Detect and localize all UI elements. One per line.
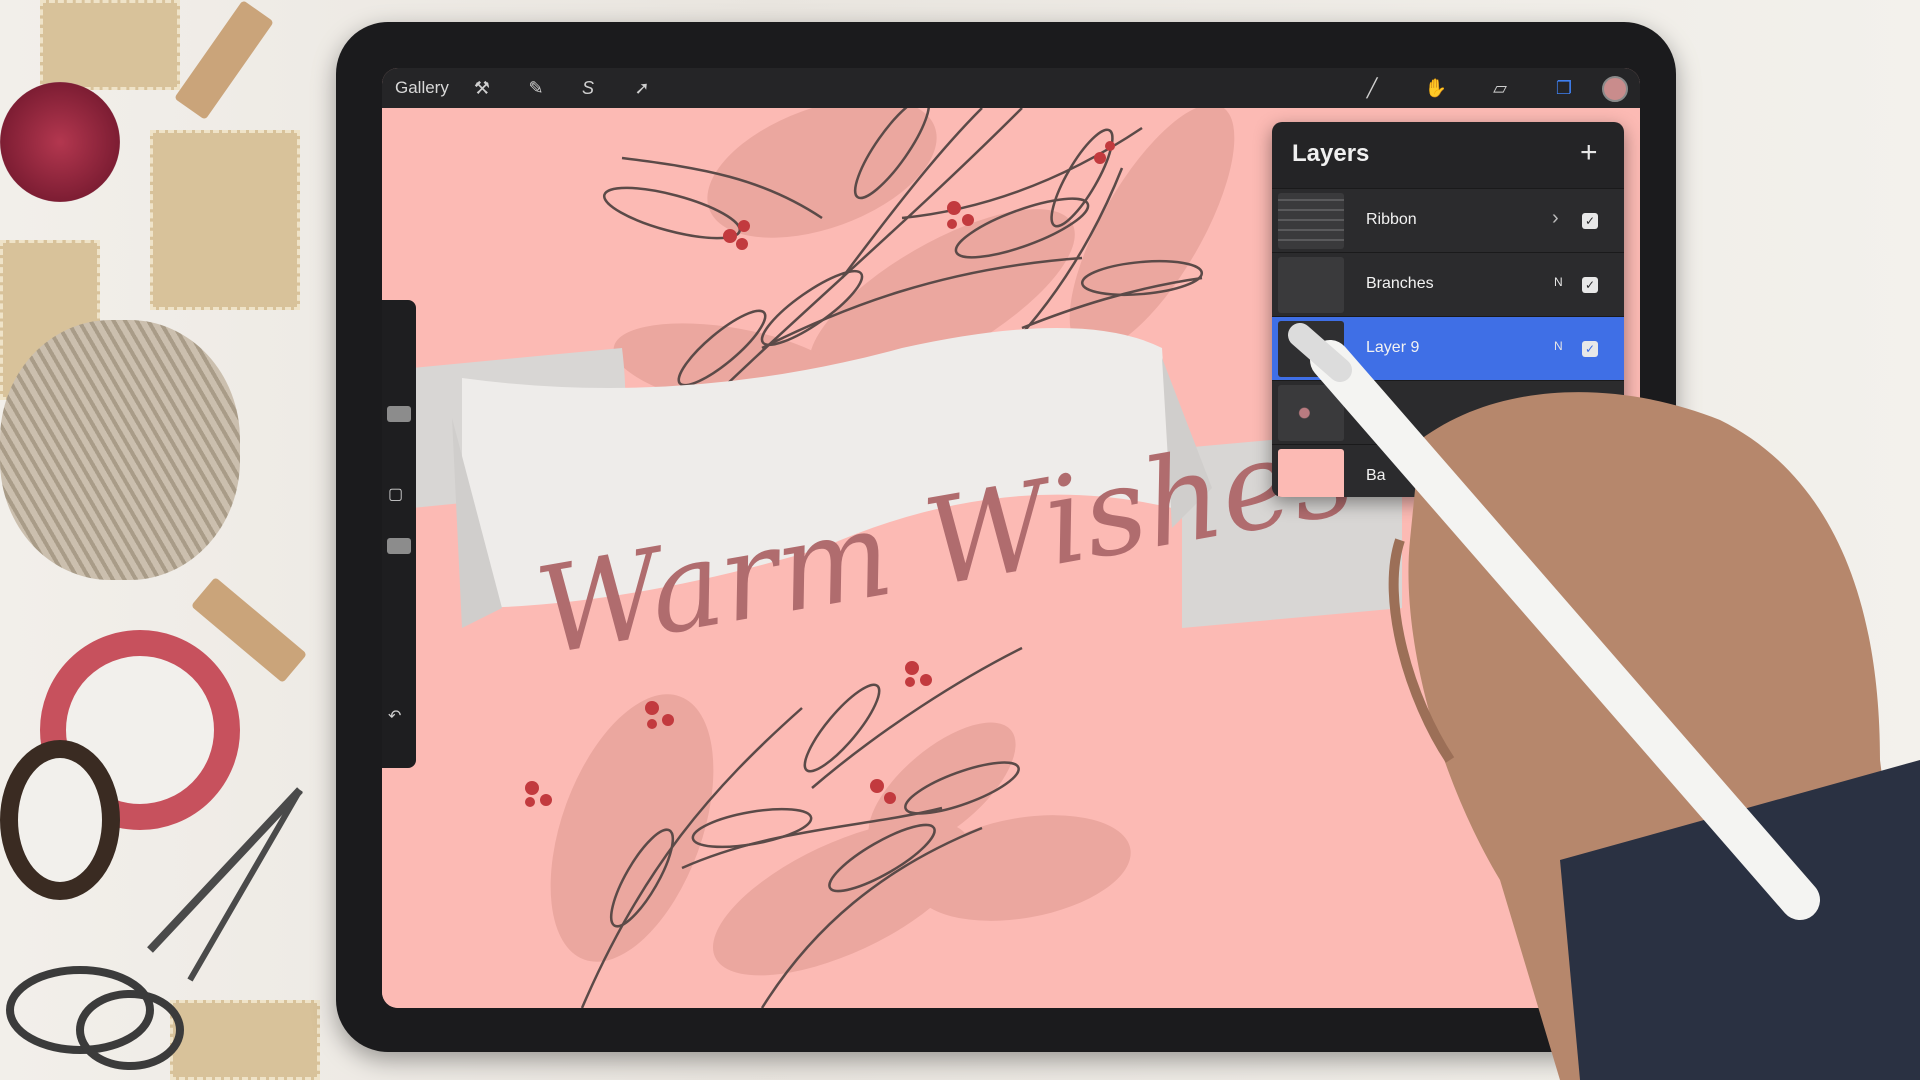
layer-visibility-checkbox[interactable]: ✓ (1582, 341, 1598, 357)
layer-name: Branches (1366, 275, 1434, 292)
postage-stamp (150, 130, 300, 310)
layer-name: Layer 9 (1366, 339, 1420, 356)
blend-mode-indicator[interactable]: N (1554, 275, 1563, 289)
layers-panel-title: Layers (1292, 140, 1370, 167)
layer-row-layer-9[interactable]: Layer 9 N ✓ (1272, 316, 1624, 380)
gallery-button[interactable]: Gallery (395, 78, 449, 98)
postage-stamp (40, 0, 180, 90)
scissors (6, 787, 303, 1070)
layer-row-branches[interactable]: Branches N ✓ (1272, 252, 1624, 316)
layer-thumbnail (1278, 385, 1344, 441)
wrench-icon[interactable]: ⚒ (468, 74, 496, 102)
clothes-peg (174, 0, 274, 121)
layer-row-4[interactable] (1272, 380, 1624, 444)
layer-name: Ribbon (1366, 211, 1417, 228)
layer-name: Ba (1366, 467, 1386, 484)
brush-sidebar: ▢ ↶ (382, 300, 416, 768)
eraser-icon[interactable]: ▱ (1486, 74, 1514, 102)
smudge-icon[interactable]: ✋ (1422, 74, 1450, 102)
top-toolbar: Gallery ⚒ ✎ S ➚ ╱ ✋ ▱ ❐ (382, 68, 1640, 108)
blend-mode-indicator[interactable]: N (1554, 339, 1563, 353)
undo-icon[interactable]: ↶ (388, 706, 401, 726)
transform-arrow-icon[interactable]: ➚ (628, 74, 656, 102)
brush-icon[interactable]: ╱ (1358, 74, 1386, 102)
layer-visibility-checkbox[interactable]: ✓ (1582, 277, 1598, 293)
chevron-right-icon[interactable]: › (1552, 207, 1559, 230)
modify-button-icon[interactable]: ▢ (388, 484, 403, 504)
layer-row-ribbon[interactable]: Ribbon › ✓ (1272, 188, 1624, 252)
layers-panel: Layers + Ribbon › ✓ Branches N ✓ Layer 9… (1272, 122, 1624, 497)
layer-thumbnail (1278, 321, 1344, 377)
magic-wand-icon[interactable]: ✎ (522, 74, 550, 102)
color-swatch-button[interactable] (1602, 76, 1628, 102)
twine-spool (0, 320, 240, 580)
add-layer-button[interactable]: + (1580, 136, 1598, 170)
brush-size-slider[interactable] (387, 406, 411, 422)
layer-thumbnail (1278, 449, 1344, 497)
layer-thumbnail (1278, 193, 1344, 249)
glitter-paint-pan (0, 82, 120, 202)
selection-icon[interactable]: S (574, 74, 602, 102)
layers-icon[interactable]: ❐ (1550, 74, 1578, 102)
layer-visibility-checkbox[interactable]: ✓ (1582, 213, 1598, 229)
opacity-slider[interactable] (387, 538, 411, 554)
layer-row-background[interactable]: Ba (1272, 444, 1624, 497)
layer-thumbnail (1278, 257, 1344, 313)
drawing-screen: Warm Wishes Gallery ⚒ ✎ S ➚ ╱ ✋ ▱ ❐ Laye… (382, 68, 1640, 1008)
